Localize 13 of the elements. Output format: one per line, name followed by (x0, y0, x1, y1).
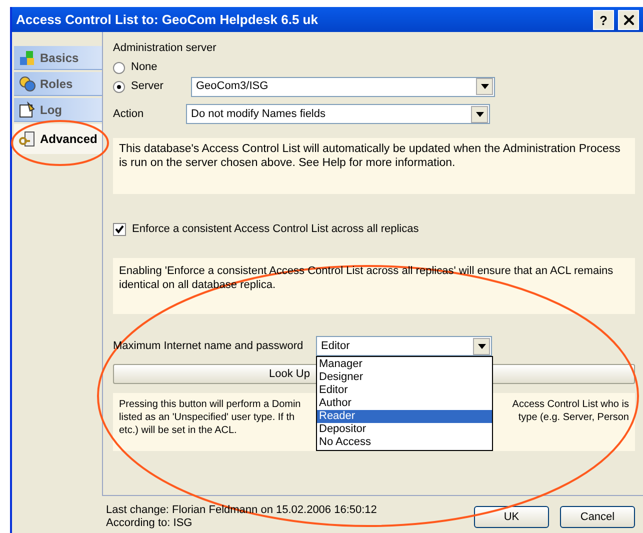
radio-label: Server (131, 79, 164, 94)
info-text-line: type (e.g. Server, Person (518, 411, 629, 424)
info-text-line: etc.) will be set in the ACL. (119, 424, 237, 437)
info-text-line: Pressing this button will perform a Domin (119, 398, 301, 411)
info-box: This database's Access Control List will automatically be updated when the Administration Process is run on the server chosen above. See Help for more information. (113, 138, 635, 194)
checkbox-label: Enforce a consistent Access Control List across all replicas (132, 222, 419, 237)
info-text-line: listed as an 'Unspecified' user type. If th (119, 411, 295, 424)
info-text-line: Access Control List who is (512, 398, 629, 411)
section-label: Administration server (113, 41, 218, 56)
window-title: Access Control List to: GeoCom Helpdesk 6.5 uk (16, 10, 319, 29)
radio-label: None (131, 60, 158, 76)
according-to-text: According to: ISG (106, 517, 192, 530)
action-label: Action (113, 106, 145, 122)
